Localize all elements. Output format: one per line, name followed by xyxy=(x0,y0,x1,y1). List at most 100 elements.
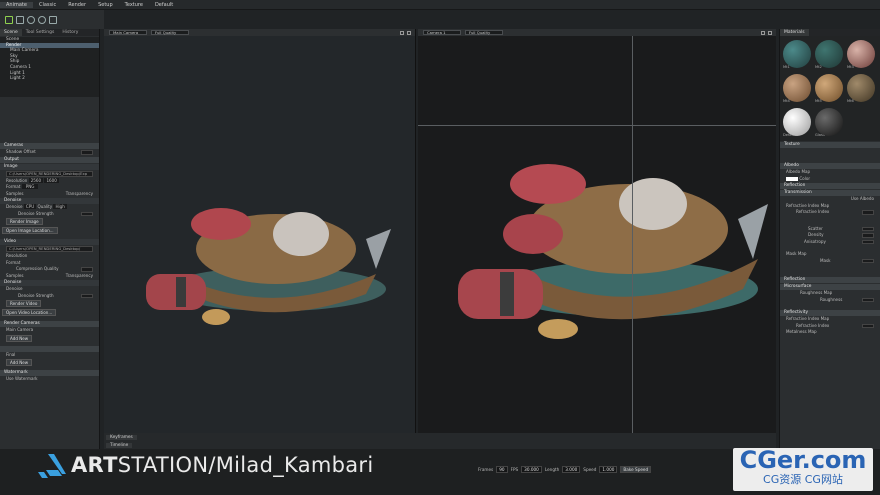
mask-label: Mask xyxy=(820,257,831,263)
format-dropdown[interactable]: PNG xyxy=(21,184,39,189)
quality-dropdown-left[interactable]: Full Quality xyxy=(151,30,189,35)
camera-dropdown-right[interactable]: Camera 1 xyxy=(423,30,461,35)
material-item[interactable]: Mt3 xyxy=(847,40,875,69)
video-header[interactable]: Video xyxy=(0,239,99,245)
denoise-dropdown[interactable]: CPU xyxy=(23,204,37,209)
pen-tool-icon[interactable] xyxy=(49,15,57,24)
viewport-right[interactable]: Camera 1 Full Quality xyxy=(418,29,776,433)
frames-field[interactable]: 90 xyxy=(496,466,508,473)
add-new-preset-button[interactable]: Add New xyxy=(6,359,33,366)
refractive-index-field-2[interactable] xyxy=(862,323,874,328)
tab-materials[interactable]: Materials xyxy=(780,29,809,36)
maximize-icon[interactable] xyxy=(407,30,411,35)
keyframes-tab[interactable]: Keyframes xyxy=(106,435,137,440)
scene-panel: Scene Tool Settings History Scene Render… xyxy=(0,29,100,449)
color-label: Color xyxy=(799,175,811,181)
timeline-panel[interactable]: Keyframes Timeline xyxy=(104,433,776,449)
res-width[interactable]: 2560 xyxy=(28,177,44,183)
material-item[interactable]: Mt5 xyxy=(815,74,843,103)
material-grid: Mt1 Mt2 Mt3 Mt4 Mt5 Mt6 Default Glass xyxy=(780,36,880,141)
menu-default[interactable]: Default xyxy=(149,2,179,8)
material-item[interactable]: Mt1 xyxy=(783,40,811,69)
video-path-field[interactable]: C:/Users/OPEN_RENDERING_Desktop/ xyxy=(6,246,93,252)
output-header[interactable]: Output xyxy=(0,156,99,163)
lasso-select-icon[interactable] xyxy=(27,15,35,24)
material-item[interactable]: Default xyxy=(783,108,811,137)
material-sphere xyxy=(783,108,811,136)
video-samples-row: Samples Transparency xyxy=(0,273,99,280)
anisotropy-label: Anisotropy xyxy=(804,238,826,244)
fps-field[interactable]: 30.000 xyxy=(521,466,542,473)
roughness-field[interactable] xyxy=(862,297,874,302)
shadow-offset-field[interactable] xyxy=(81,150,93,155)
render-image-button[interactable]: Render Image xyxy=(6,218,43,225)
video-format-label: Format xyxy=(6,259,21,265)
material-item[interactable]: Glass xyxy=(815,108,843,137)
tab-scene[interactable]: Scene xyxy=(0,29,22,36)
mask-field[interactable] xyxy=(862,258,874,263)
anisotropy-field[interactable] xyxy=(862,239,874,244)
menu-setup[interactable]: Setup xyxy=(92,2,119,8)
color-swatch[interactable] xyxy=(786,176,798,181)
main-camera-row[interactable]: Main Camera xyxy=(0,327,99,334)
timeline-tab[interactable]: Timeline xyxy=(106,443,133,448)
bake-speed-button[interactable]: Bake Speed xyxy=(620,466,652,473)
tab-history[interactable]: History xyxy=(58,29,82,36)
video-transparency-label[interactable]: Transparency xyxy=(66,273,93,280)
material-item[interactable]: Mt6 xyxy=(847,74,875,103)
quality-dropdown-right[interactable]: Full Quality xyxy=(465,30,503,35)
reflection-header-2[interactable]: Reflection xyxy=(780,277,880,283)
layout-icon[interactable] xyxy=(400,30,404,35)
anisotropy-row: Anisotropy xyxy=(780,239,880,246)
roughness-map-label: Roughness Map xyxy=(800,290,833,295)
viewport-left[interactable]: Main Camera Full Quality xyxy=(104,29,416,433)
denoise-strength-row: Denoise Strength xyxy=(0,211,99,218)
layout-icon[interactable] xyxy=(761,30,765,35)
image-path-field[interactable]: C:/Users/OPEN_RENDERING_Desktop/Exp xyxy=(6,170,93,177)
scatter-field[interactable] xyxy=(862,226,874,231)
maximize-icon[interactable] xyxy=(768,30,772,35)
menu-render[interactable]: Render xyxy=(62,2,92,8)
use-watermark-row[interactable]: Use Watermark xyxy=(0,376,99,383)
video-buttons: Render Video Open Video Location... xyxy=(0,299,99,317)
refractive-index-row: Refractive Index xyxy=(780,209,880,216)
length-label: Length xyxy=(544,467,560,472)
metalness-map-row[interactable]: Metalness Map xyxy=(780,329,880,336)
open-image-location-button[interactable]: Open Image Location... xyxy=(2,227,58,234)
denoise-strength-field[interactable] xyxy=(81,211,93,216)
tab-tool-settings[interactable]: Tool Settings xyxy=(22,29,59,36)
select-tool-icon[interactable] xyxy=(5,15,13,24)
paint-select-icon[interactable] xyxy=(38,15,46,24)
video-resolution-label: Resolution xyxy=(6,253,28,258)
watermark-line-2: CG资源 CG网站 xyxy=(763,473,843,486)
add-new-camera-button[interactable]: Add New xyxy=(6,334,33,342)
scene-tree: Scene Render Main Camera Sky Ship Camera… xyxy=(0,37,99,97)
compression-field[interactable] xyxy=(81,267,93,272)
menu-classic[interactable]: Classic xyxy=(33,2,62,8)
material-item[interactable]: Mt2 xyxy=(815,40,843,69)
image-header[interactable]: Image xyxy=(0,163,99,170)
video-denoise-strength-field[interactable] xyxy=(81,293,93,298)
scatter-label: Scatter xyxy=(808,225,823,231)
density-field[interactable] xyxy=(862,233,874,238)
box-select-icon[interactable] xyxy=(16,15,24,24)
material-sphere xyxy=(815,74,843,102)
tree-item[interactable]: Light 2 xyxy=(0,76,99,82)
reflection-header[interactable]: Reflection xyxy=(780,183,880,189)
render-video-button[interactable]: Render Video xyxy=(6,300,42,307)
menu-texture[interactable]: Texture xyxy=(119,2,149,8)
material-item[interactable]: Mt4 xyxy=(783,74,811,103)
quality-dropdown[interactable]: High xyxy=(53,204,67,209)
final-row[interactable]: Final xyxy=(0,352,99,359)
transparency-label[interactable]: Transparency xyxy=(66,191,93,198)
res-height[interactable]: 1600 xyxy=(44,177,59,183)
final-label: Final xyxy=(6,351,16,357)
open-video-location-button[interactable]: Open Video Location... xyxy=(2,309,57,316)
length-field[interactable]: 3.000 xyxy=(562,466,581,473)
menu-animate[interactable]: Animate xyxy=(0,1,33,8)
speed-field[interactable]: 1.000 xyxy=(599,466,618,473)
camera-dropdown-left[interactable]: Main Camera xyxy=(109,30,147,35)
material-sphere xyxy=(815,40,843,68)
refractive-index-field[interactable] xyxy=(862,210,874,215)
